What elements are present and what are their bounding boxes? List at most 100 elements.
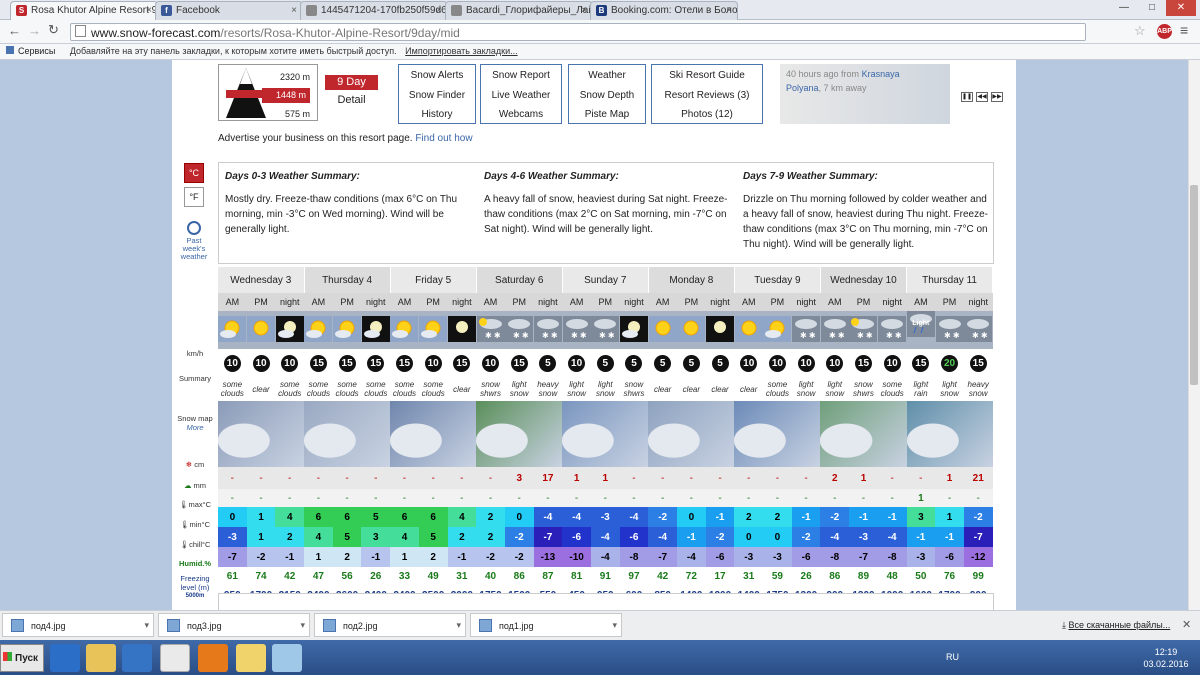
- past-weather-link[interactable]: Past week's weather: [176, 237, 212, 261]
- all-downloads-link[interactable]: Все скачанные файлы...: [1069, 620, 1171, 630]
- resort-link[interactable]: Snow Alerts: [399, 66, 475, 86]
- language-indicator[interactable]: RU: [946, 652, 959, 662]
- minimize-button[interactable]: —: [1110, 0, 1138, 16]
- firefox-icon[interactable]: [198, 644, 228, 672]
- wind-cell: 10: [734, 349, 764, 377]
- ie-icon[interactable]: [50, 644, 80, 672]
- chevron-down-icon[interactable]: ▾: [612, 620, 617, 631]
- mail-icon[interactable]: [236, 644, 266, 672]
- detail-link[interactable]: Detail: [325, 94, 378, 106]
- snow-map[interactable]: [562, 401, 649, 467]
- humidity-cell: 31: [734, 567, 764, 585]
- apps-link[interactable]: Сервисы: [18, 46, 55, 56]
- pause-icon[interactable]: ❚❚: [961, 92, 973, 102]
- period-label: PM: [849, 293, 878, 311]
- download-item[interactable]: под2.jpg ▾: [314, 613, 466, 637]
- day-header[interactable]: Friday 5: [390, 267, 477, 293]
- address-bar[interactable]: www.snow-forecast.com/resorts/Rosa-Khuto…: [70, 23, 1086, 41]
- star-icon[interactable]: ☆: [1134, 23, 1146, 39]
- explorer-icon[interactable]: [86, 644, 116, 672]
- prev-icon[interactable]: ◀◀: [976, 92, 988, 102]
- close-window-button[interactable]: ✕: [1166, 0, 1196, 16]
- maximize-button[interactable]: □: [1138, 0, 1166, 16]
- fahrenheit-toggle[interactable]: °F: [184, 187, 204, 207]
- resort-link[interactable]: Photos (12): [652, 105, 762, 125]
- resort-link[interactable]: History: [399, 105, 475, 125]
- day-header[interactable]: Saturday 6: [476, 267, 563, 293]
- snow-map[interactable]: [906, 401, 993, 467]
- import-bookmarks-link[interactable]: Импортировать закладки...: [405, 46, 517, 56]
- resort-link[interactable]: Ski Resort Guide: [652, 66, 762, 86]
- period-label: night: [533, 293, 563, 311]
- min-temp-cell: -6: [562, 527, 591, 547]
- day-header[interactable]: Wednesday 3: [218, 267, 305, 293]
- chill-cell: -6: [935, 547, 964, 567]
- tab-2[interactable]: 1445471204-170fb250f59d6 ×: [300, 1, 448, 20]
- all-downloads: ⤓ Все скачанные файлы...: [1062, 620, 1170, 631]
- clock-time[interactable]: 12:19: [1136, 647, 1196, 657]
- tab-close-icon[interactable]: ×: [291, 5, 297, 16]
- wind-cell: 10: [820, 349, 850, 377]
- forward-icon[interactable]: →: [28, 23, 41, 38]
- clock-icon[interactable]: [187, 221, 201, 235]
- find-out-link[interactable]: Find out how: [415, 133, 472, 144]
- snow-map[interactable]: [734, 401, 821, 467]
- chevron-down-icon[interactable]: ▾: [144, 620, 149, 631]
- reload-icon[interactable]: ↻: [48, 22, 59, 38]
- scrollbar-thumb[interactable]: [1190, 185, 1198, 385]
- tab-3[interactable]: Bacardi_Глорифайеры_Лайт ×: [445, 1, 593, 20]
- resort-link[interactable]: Snow Finder: [399, 86, 475, 106]
- tab-close-icon[interactable]: ×: [726, 5, 732, 16]
- rain-cell: 1: [906, 489, 936, 507]
- close-downloads-icon[interactable]: ✕: [1182, 618, 1191, 631]
- download-item[interactable]: под4.jpg ▾: [2, 613, 154, 637]
- elevation-mid[interactable]: 1448 m: [262, 88, 310, 103]
- chevron-down-icon[interactable]: ▾: [300, 620, 305, 631]
- snow-map[interactable]: [304, 401, 391, 467]
- menu-icon[interactable]: ≡: [1180, 22, 1188, 38]
- snow-map[interactable]: [820, 401, 907, 467]
- tab-close-icon[interactable]: ×: [581, 5, 587, 16]
- day-header[interactable]: Thursday 4: [304, 267, 391, 293]
- back-icon[interactable]: ←: [8, 23, 21, 38]
- summary-cell: some clouds: [763, 377, 792, 401]
- period-label: PM: [935, 293, 964, 311]
- day-header[interactable]: Monday 8: [648, 267, 735, 293]
- adblock-icon[interactable]: ABP: [1157, 24, 1172, 39]
- summary-cell: some clouds: [304, 377, 333, 401]
- snowmap-more-link[interactable]: More: [174, 423, 216, 432]
- tab-close-icon[interactable]: ×: [436, 5, 442, 16]
- day-header[interactable]: Sunday 7: [562, 267, 649, 293]
- tab-1[interactable]: f Facebook ×: [155, 1, 303, 20]
- media-player-icon[interactable]: [122, 644, 152, 672]
- tab-4[interactable]: B Booking.com: Отели в Болон ×: [590, 1, 738, 20]
- snow-map[interactable]: [218, 401, 305, 467]
- download-item[interactable]: под1.jpg ▾: [470, 613, 622, 637]
- tab-0[interactable]: S Rosa Khutor Alpine Resort 9 ×: [10, 1, 158, 20]
- day-header[interactable]: Thursday 11: [906, 267, 994, 293]
- clock-date[interactable]: 03.02.2016: [1136, 659, 1196, 669]
- snow-cell: -: [218, 467, 247, 489]
- celsius-toggle[interactable]: °C: [184, 163, 204, 183]
- paint-icon[interactable]: [272, 644, 302, 672]
- day-header[interactable]: Tuesday 9: [734, 267, 821, 293]
- chrome-icon[interactable]: [160, 644, 190, 672]
- nine-day-tab[interactable]: 9 Day: [325, 75, 378, 90]
- tab-close-icon[interactable]: ×: [146, 5, 152, 16]
- next-icon[interactable]: ▶▶: [991, 92, 1003, 102]
- resort-link[interactable]: Live Weather: [481, 86, 561, 106]
- resort-link[interactable]: Piste Map: [569, 105, 645, 125]
- day-header[interactable]: Wednesday 10: [820, 267, 908, 293]
- snow-map[interactable]: [648, 401, 735, 467]
- snow-map[interactable]: [390, 401, 477, 467]
- download-item[interactable]: под3.jpg ▾: [158, 613, 310, 637]
- resort-link[interactable]: Resort Reviews (3): [652, 86, 762, 106]
- resort-link[interactable]: Webcams: [481, 105, 561, 125]
- resort-link[interactable]: Weather: [569, 66, 645, 86]
- wind-cell: 15: [906, 349, 936, 377]
- resort-link[interactable]: Snow Report: [481, 66, 561, 86]
- humidity-cell: 56: [332, 567, 362, 585]
- resort-link[interactable]: Snow Depth: [569, 86, 645, 106]
- chevron-down-icon[interactable]: ▾: [456, 620, 461, 631]
- snow-map[interactable]: [476, 401, 563, 467]
